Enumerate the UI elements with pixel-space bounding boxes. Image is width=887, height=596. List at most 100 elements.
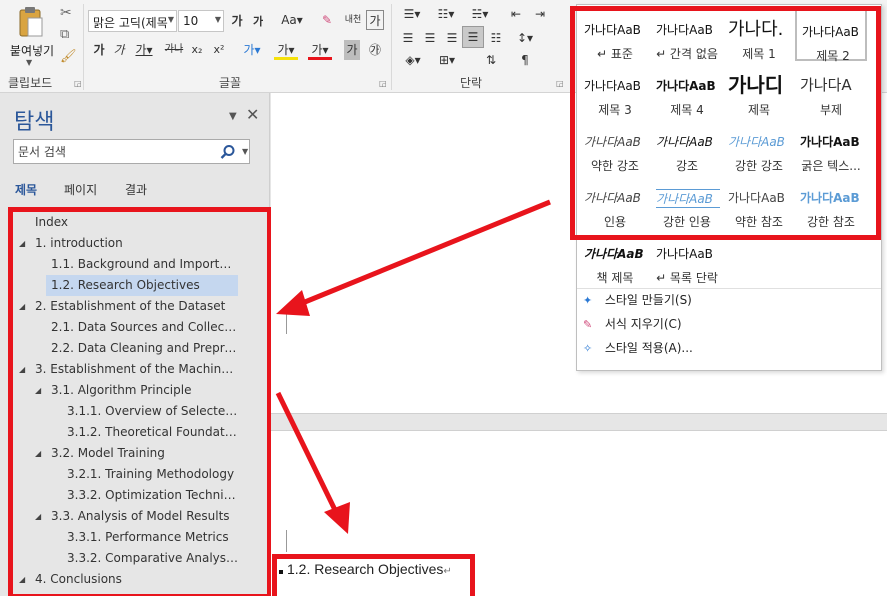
copy-icon[interactable]: ⧉ [60,27,78,45]
create-style-button[interactable]: ✦ 스타일 만들기(S) [583,290,692,310]
style-heading-4[interactable]: 가나다AaB 제목 4 [651,65,723,117]
divider [577,288,881,289]
tree-item[interactable]: 3.2. Model Training [51,443,237,464]
style-book-title[interactable]: 가나다AaB 책 제목 [579,233,651,285]
collapse-triangle-icon[interactable]: ◢ [19,233,25,254]
tree-item[interactable]: 3.3. Analysis of Model Results [51,506,237,527]
collapse-triangle-icon[interactable]: ◢ [19,569,25,590]
style-list-paragraph[interactable]: 가나다AaB ↵ 목록 단락 [651,233,723,285]
paste-button[interactable]: 붙여넣기 ▼ [4,4,56,67]
tree-item[interactable]: 3.1.2. Theoretical Foundations [67,422,239,443]
style-title[interactable]: 가나디 제목 [723,65,795,117]
search-input[interactable] [18,143,213,161]
subscript-icon[interactable]: x₂ [190,40,204,60]
style-subtitle[interactable]: 가나다A 부제 [795,65,867,117]
dialog-launcher-icon[interactable]: ◲ [74,79,82,88]
document-heading[interactable]: 1.2. Research Objectives↵ [287,561,452,577]
tree-item[interactable]: 3.3.1. Performance Metrics [67,527,239,548]
collapse-triangle-icon[interactable]: ◢ [35,443,41,464]
tree-item[interactable]: 3.1.1. Overview of Selected A... [67,401,239,422]
style-emphasis[interactable]: 가나다AaB 강조 [651,121,723,173]
shrink-font-icon[interactable]: 가 [250,12,266,32]
tree-item[interactable]: 3.2.1. Training Methodology [67,464,239,485]
align-left-icon[interactable]: ☰ [398,28,418,48]
tree-item[interactable]: 1.1. Background and Importanc... [51,254,237,275]
superscript-icon[interactable]: x² [212,40,226,60]
distributed-icon[interactable]: ☷ [486,28,506,48]
align-right-icon[interactable]: ☰ [442,28,462,48]
clear-formatting-button[interactable]: ✎ 서식 지우기(C) [583,314,682,334]
sort-icon[interactable]: ⇅ [482,50,500,70]
style-intense-quote[interactable]: 가나다AaB 강한 인용 [651,177,723,229]
collapse-triangle-icon[interactable]: ◢ [35,506,41,527]
close-icon[interactable]: ✕ [246,105,259,124]
borders-icon[interactable]: ⊞▾ [432,50,462,70]
collapse-triangle-icon[interactable]: ◢ [19,296,25,317]
tree-item[interactable]: 3.3.2. Comparative Analysis... [67,548,239,569]
chevron-down-icon[interactable]: ▼ [229,111,237,122]
paragraph-mark-icon: ↵ [443,566,452,577]
char-shading-icon[interactable]: 가 [344,40,360,60]
tab-results[interactable]: 결과 [125,181,147,198]
tree-item[interactable]: 2.2. Data Cleaning and Preproce... [51,338,237,359]
tab-headings[interactable]: 제목 [15,181,37,198]
cut-icon[interactable]: ✂ [60,5,78,23]
decrease-indent-icon[interactable]: ⇤ [506,4,526,24]
dialog-launcher-icon[interactable]: ◲ [556,79,564,88]
align-center-icon[interactable]: ☰ [420,28,440,48]
tab-pages[interactable]: 페이지 [64,181,97,198]
style-intense-emphasis[interactable]: 가나다AaB 강한 강조 [723,121,795,173]
shading-icon[interactable]: ◈▾ [398,50,428,70]
dialog-launcher-icon[interactable]: ◲ [379,79,387,88]
clear-formatting-label: 서식 지우기(C) [604,317,682,331]
increase-indent-icon[interactable]: ⇥ [530,4,550,24]
chevron-down-icon[interactable]: ▼ [242,147,248,156]
tree-item[interactable]: 3.3.2. Optimization Techniques [67,485,239,506]
style-quote[interactable]: 가나다AaB 인용 [579,177,651,229]
collapse-triangle-icon[interactable]: ◢ [19,359,25,380]
style-intense-reference[interactable]: 가나다AaB 강한 참조 [795,177,867,229]
multilevel-list-icon[interactable]: ☵▾ [466,4,494,24]
text-effects-icon[interactable]: 가▾ [240,40,264,60]
italic-icon[interactable]: 가 [112,40,126,60]
format-painter-icon[interactable]: 🖌 [60,49,78,67]
bold-icon[interactable]: 가 [92,40,106,60]
style-heading-1[interactable]: 가나다. 제목 1 [723,9,795,61]
numbering-icon[interactable]: ☷▾ [432,4,460,24]
tree-item[interactable]: 3. Establishment of the Machine Le... [35,359,237,380]
style-no-spacing[interactable]: 가나다AaB ↵ 간격 없음 [651,9,723,61]
tree-item[interactable]: 2. Establishment of the Dataset [35,296,235,317]
underline-icon[interactable]: 가▾ [134,40,154,60]
highlight-icon[interactable]: 가▾ [274,40,298,60]
search-icon[interactable] [220,144,236,160]
tree-item-selected[interactable]: 1.2. Research Objectives [46,275,238,296]
collapse-triangle-icon[interactable]: ◢ [35,380,41,401]
grow-font-icon[interactable]: 가 [229,11,245,31]
clear-formatting-icon[interactable]: ✎ [318,10,336,30]
justify-icon[interactable]: ☰ [462,26,484,48]
style-normal[interactable]: 가나다AaB ↵ 표준 [579,9,651,61]
style-strong[interactable]: 가나다AaB 굵은 텍스... [795,121,867,173]
font-size-select[interactable]: 10 ▼ [178,10,224,32]
style-heading-3[interactable]: 가나다AaB 제목 3 [579,65,651,117]
char-border-icon[interactable]: 가 [366,10,384,30]
line-spacing-icon[interactable]: ↕▾ [512,28,538,48]
tree-item[interactable]: 4. Conclusions [35,569,235,590]
show-marks-icon[interactable]: ¶ [514,50,536,70]
phonetic-guide-icon[interactable]: 내천 [342,10,364,30]
style-subtle-reference[interactable]: 가나다AaB 약한 참조 [723,177,795,229]
style-heading-2[interactable]: 가나다AaB 제목 2 [795,9,867,63]
enclose-char-icon[interactable]: ㉮ [366,40,384,60]
font-color-icon[interactable]: 가▾ [308,40,332,60]
style-subtle-emphasis[interactable]: 가나다AaB 약한 강조 [579,121,651,173]
bullets-icon[interactable]: ☰▾ [398,4,426,24]
tree-item[interactable]: 3.1. Algorithm Principle [51,380,237,401]
tree-item[interactable]: 1. introduction [35,233,235,254]
tree-item[interactable]: 2.1. Data Sources and Collectio... [51,317,237,338]
strikethrough-icon[interactable]: 가나 [162,40,186,60]
change-case-icon[interactable]: Aa▾ [279,10,305,30]
chevron-down-icon[interactable]: ▼ [26,58,32,67]
font-name-select[interactable]: 맑은 고딕(제목 ▼ [88,10,177,32]
tree-item-index[interactable]: Index [35,212,235,233]
apply-styles-button[interactable]: ✧ 스타일 적용(A)... [583,338,693,358]
